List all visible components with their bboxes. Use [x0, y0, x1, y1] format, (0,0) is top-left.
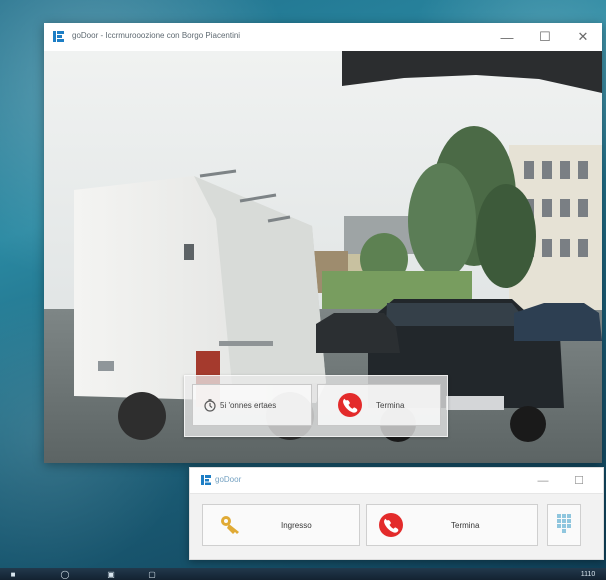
- main-window-title: goDoor - Iccrmurooozione con Borgo Piace…: [72, 31, 241, 40]
- terminate-call-button[interactable]: Termina: [317, 384, 441, 426]
- search-icon[interactable]: ◯: [58, 568, 72, 580]
- window-icon[interactable]: ▢: [145, 568, 159, 580]
- keypad-icon: [557, 514, 571, 533]
- van-wheel: [118, 392, 166, 440]
- main-window-controls: — ☐ ✕: [488, 23, 602, 51]
- keypad-button[interactable]: [547, 504, 581, 546]
- overlay-controls: 5i 'onnes ertaes Termina: [184, 375, 448, 437]
- secondary-window: goDoor — ☐ Ingresso Termina: [189, 467, 604, 560]
- app-icon[interactable]: ▣: [104, 568, 118, 580]
- terminate-call-label: Termina: [376, 400, 405, 410]
- ingresso-label: Ingresso: [281, 520, 312, 530]
- tree: [476, 184, 536, 288]
- door-open-button[interactable]: 5i 'onnes ertaes: [192, 384, 312, 426]
- license-plate: [446, 396, 504, 410]
- parked-car: [514, 303, 602, 341]
- door-open-label: 5i 'onnes ertaes: [220, 400, 277, 410]
- taskbar: ■ ◯ ▣ ▢ 1110: [0, 568, 606, 580]
- main-window: goDoor - Iccrmurooozione con Borgo Piace…: [44, 23, 602, 463]
- minimize-button[interactable]: —: [488, 23, 526, 51]
- close-button[interactable]: ✕: [564, 23, 602, 51]
- maximize-button[interactable]: ☐: [526, 23, 564, 51]
- tree: [408, 163, 476, 279]
- key-icon: [221, 516, 239, 534]
- parked-car: [316, 313, 400, 353]
- camera-feed: 5i 'onnes ertaes Termina: [44, 51, 602, 463]
- termina-label: Termina: [451, 520, 480, 530]
- ingresso-button[interactable]: Ingresso: [202, 504, 360, 546]
- app-logo-icon: [52, 30, 65, 43]
- secondary-window-controls: — ☐: [525, 468, 597, 493]
- secondary-window-title: goDoor: [215, 475, 242, 484]
- main-titlebar: goDoor - Iccrmurooozione con Borgo Piace…: [44, 23, 602, 52]
- phone-icon: [379, 513, 403, 537]
- phone-icon: [338, 393, 362, 417]
- start-icon[interactable]: ■: [6, 568, 20, 580]
- maximize-button[interactable]: ☐: [561, 468, 597, 493]
- secondary-titlebar: goDoor — ☐: [190, 468, 603, 494]
- app-logo-icon: [200, 474, 212, 486]
- clock-text: 1110: [580, 570, 596, 578]
- timer-icon: [204, 399, 216, 412]
- minimize-button[interactable]: —: [525, 468, 561, 493]
- termina-button[interactable]: Termina: [366, 504, 538, 546]
